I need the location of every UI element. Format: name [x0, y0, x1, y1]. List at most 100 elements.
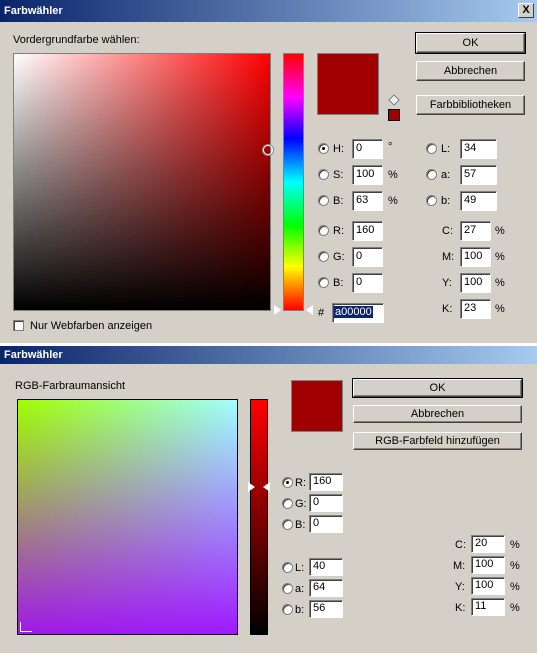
hue-label: H:: [333, 143, 344, 155]
close-button[interactable]: X: [518, 3, 534, 18]
green-input[interactable]: 0: [309, 494, 343, 512]
blue-radio[interactable]: [282, 519, 293, 530]
yellow-input[interactable]: 100: [471, 577, 505, 595]
new-color-swatch: [291, 380, 343, 432]
color-field[interactable]: [13, 53, 273, 311]
cyan-unit: %: [510, 539, 520, 551]
cancel-button[interactable]: Abbrechen: [416, 61, 525, 81]
black-input[interactable]: 11: [471, 598, 505, 616]
yellow-label: Y:: [455, 581, 465, 593]
brightness-input[interactable]: 63: [352, 191, 383, 211]
add-rgb-swatch-button[interactable]: RGB-Farbfeld hinzufügen: [353, 432, 522, 450]
brightness-unit: %: [388, 195, 398, 207]
hex-value: a00000: [334, 306, 373, 318]
title-bar: Farbwähler: [0, 346, 537, 364]
green-input[interactable]: 0: [352, 247, 383, 267]
cyan-label: C:: [442, 225, 453, 237]
lab-b-radio[interactable]: [426, 195, 437, 206]
red-radio[interactable]: [282, 477, 293, 488]
black-unit: %: [495, 303, 505, 315]
magenta-input[interactable]: 100: [460, 247, 491, 267]
lab-a-input[interactable]: 64: [309, 579, 343, 597]
hue-radio[interactable]: [318, 143, 329, 154]
black-input[interactable]: 23: [460, 299, 491, 319]
web-colors-checkbox[interactable]: [13, 320, 24, 331]
cube-icon: [388, 94, 400, 106]
cyan-unit: %: [495, 225, 505, 237]
rgb-color-field[interactable]: [17, 399, 238, 635]
red-radio[interactable]: [318, 225, 329, 236]
lab-a-radio[interactable]: [426, 169, 437, 180]
red-slider-left-arrow[interactable]: [248, 482, 255, 492]
saturation-unit: %: [388, 169, 398, 181]
blue-input[interactable]: 0: [352, 273, 383, 293]
lab-l-label: L:: [441, 143, 451, 155]
lab-l-input[interactable]: 40: [309, 558, 343, 576]
saturation-label: S:: [333, 169, 344, 181]
blue-radio[interactable]: [318, 277, 329, 288]
brightness-radio[interactable]: [318, 195, 329, 206]
saturation-radio[interactable]: [318, 169, 329, 180]
color-libraries-button[interactable]: Farbbibliotheken: [416, 95, 525, 115]
red-slider[interactable]: [250, 399, 268, 635]
magenta-input[interactable]: 100: [471, 556, 505, 574]
view-label: RGB-Farbraumansicht: [15, 380, 126, 392]
web-colors-label: Nur Webfarben anzeigen: [30, 320, 153, 332]
lab-b-radio[interactable]: [282, 604, 293, 615]
web-color-swatch[interactable]: [388, 109, 400, 121]
magenta-unit: %: [495, 251, 505, 263]
yellow-unit: %: [495, 277, 505, 289]
cyan-label: C:: [455, 539, 466, 551]
lab-b-input[interactable]: 49: [460, 191, 497, 211]
brightness-label: B:: [333, 195, 344, 207]
lab-a-input[interactable]: 57: [460, 165, 497, 185]
color-picker-dialog: Farbwähler X Vordergrundfarbe wählen: OK…: [0, 0, 537, 343]
magenta-label: M:: [442, 251, 455, 263]
green-label: G:: [295, 498, 307, 510]
blue-input[interactable]: 0: [309, 515, 343, 533]
rgb-field-cursor[interactable]: [20, 622, 32, 632]
prompt-label: Vordergrundfarbe wählen:: [13, 34, 140, 46]
lab-a-label: a:: [441, 169, 451, 181]
red-slider-right-arrow[interactable]: [263, 482, 270, 492]
lab-b-input[interactable]: 56: [309, 600, 343, 618]
dialog-title: Farbwähler: [4, 349, 63, 361]
green-label: G:: [333, 251, 345, 263]
cyan-input[interactable]: 27: [460, 221, 491, 241]
magenta-unit: %: [510, 560, 520, 572]
lab-a-label: a:: [295, 583, 305, 595]
saturation-input[interactable]: 100: [352, 165, 383, 185]
dialog-title: Farbwähler: [4, 5, 63, 17]
ok-button[interactable]: OK: [352, 378, 523, 398]
black-label: K:: [455, 602, 466, 614]
lab-l-label: L:: [295, 562, 305, 574]
color-field-cursor[interactable]: [263, 145, 273, 155]
blue-label: B:: [295, 519, 306, 531]
red-input[interactable]: 160: [309, 473, 343, 491]
color-picker-dialog-rgb: Farbwähler RGB-Farbraumansicht OK Abbrec…: [0, 346, 537, 653]
lab-l-radio[interactable]: [426, 143, 437, 154]
red-label: R:: [333, 225, 344, 237]
yellow-unit: %: [510, 581, 520, 593]
cancel-button[interactable]: Abbrechen: [353, 405, 522, 423]
hue-input[interactable]: 0: [352, 139, 383, 159]
hue-slider[interactable]: [283, 53, 304, 311]
ok-button[interactable]: OK: [415, 32, 526, 54]
lab-l-radio[interactable]: [282, 562, 293, 573]
red-input[interactable]: 160: [352, 221, 383, 241]
lab-l-input[interactable]: 34: [460, 139, 497, 159]
lab-b-label: b:: [441, 195, 451, 207]
cyan-input[interactable]: 20: [471, 535, 505, 553]
hex-hash-label: #: [318, 307, 325, 319]
title-bar: Farbwähler X: [0, 0, 537, 22]
hue-slider-right-arrow[interactable]: [306, 305, 313, 315]
hue-slider-left-arrow[interactable]: [274, 305, 281, 315]
hex-input[interactable]: a00000: [332, 303, 384, 323]
black-label: K:: [442, 303, 453, 315]
yellow-input[interactable]: 100: [460, 273, 491, 293]
green-radio[interactable]: [318, 251, 329, 262]
magenta-label: M:: [453, 560, 466, 572]
lab-b-label: b:: [295, 604, 305, 616]
lab-a-radio[interactable]: [282, 583, 293, 594]
green-radio[interactable]: [282, 498, 293, 509]
